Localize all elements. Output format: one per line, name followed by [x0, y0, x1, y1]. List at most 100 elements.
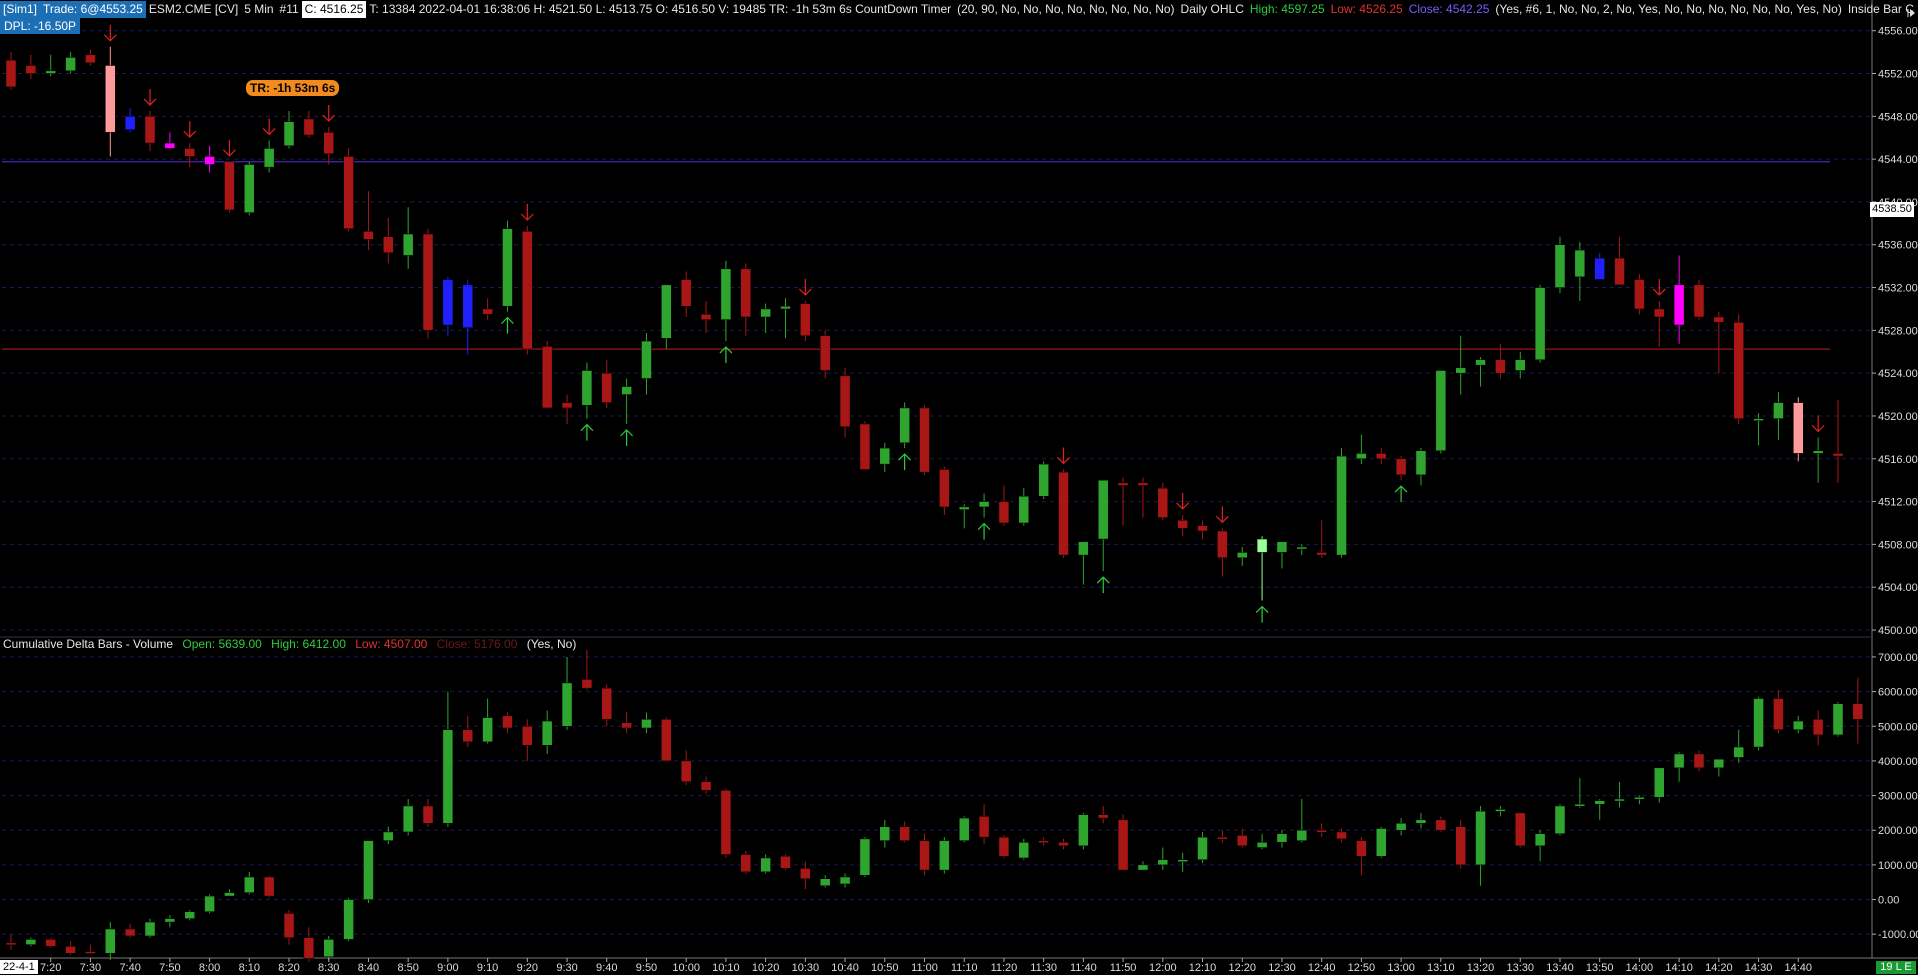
price-candle: [700, 314, 712, 320]
price-candle: [1554, 244, 1566, 288]
time-axis-label: 11:50: [1110, 962, 1137, 974]
price-candle: [641, 340, 652, 379]
delta-candle: [1117, 819, 1129, 871]
delta-candle: [283, 913, 295, 938]
price-candle: [224, 161, 235, 211]
buy-signal-arrow: [898, 453, 912, 471]
delta-candle: [1316, 829, 1327, 833]
close-tag: C: 4516.25: [301, 1, 367, 18]
delta-candle: [1594, 800, 1605, 805]
price-candle: [1276, 541, 1288, 553]
account-tag[interactable]: [Sim1]: [0, 1, 41, 18]
delta-candle: [919, 840, 930, 871]
price-candle: [1475, 359, 1486, 366]
delta-candle: [740, 854, 752, 873]
delta-candle: [1018, 842, 1030, 859]
delta-candle: [839, 876, 851, 885]
price-candle: [65, 57, 76, 72]
delta-candle: [85, 951, 96, 954]
delta-candle: [680, 760, 692, 782]
price-candle: [303, 118, 315, 136]
subgraph-header: Cumulative Delta Bars - Volume Open: 563…: [3, 636, 582, 652]
sell-signal-arrow: [1811, 415, 1825, 433]
price-candle: [1574, 249, 1586, 278]
time-axis-label: 10:40: [831, 962, 859, 974]
delta-candle: [958, 817, 970, 841]
delta-axis-label: 5000.00: [1878, 721, 1918, 733]
price-candle: [879, 447, 891, 465]
price-axis-label: 4548.00: [1878, 111, 1918, 123]
price-axis-label: 4552.00: [1878, 69, 1918, 81]
time-axis-label: 9:50: [636, 962, 657, 974]
time-axis-label: 10:00: [672, 962, 700, 974]
buy-signal-arrow: [620, 429, 634, 446]
price-axis-label: 4500.00: [1878, 625, 1918, 637]
delta-candle: [661, 719, 672, 762]
date-label: 22-4-1: [0, 960, 38, 974]
delta-candle: [720, 790, 732, 855]
delta-candle: [700, 781, 712, 791]
price-candle: [522, 231, 533, 350]
price-candle: [1515, 359, 1526, 371]
time-axis-label: 11:40: [1070, 962, 1097, 974]
price-axis-label: 4516.00: [1878, 454, 1918, 466]
time-axis-label: 14:00: [1626, 962, 1654, 974]
delta-candle: [1236, 835, 1248, 847]
price-candle: [819, 335, 831, 371]
price-candle: [1316, 552, 1327, 556]
time-axis-label: 10:20: [752, 962, 780, 974]
scroll-to-end-icon[interactable]: [1906, 8, 1916, 18]
price-candle: [1117, 482, 1129, 486]
subgraph-low: Low: 4507.00: [355, 637, 428, 651]
ohlc-close: Close: 4542.25: [1408, 2, 1490, 16]
delta-candle: [1038, 840, 1049, 843]
price-candle: [998, 501, 1010, 524]
price-candle: [383, 236, 394, 254]
price-candle: [45, 70, 56, 74]
delta-candle: [1177, 859, 1188, 862]
price-candle: [1495, 359, 1506, 374]
delta-candle: [1256, 842, 1268, 848]
delta-candle: [263, 876, 275, 897]
bar-stats: T: 13384 2022-04-01 16:38:06 H: 4521.50 …: [369, 2, 952, 16]
delta-candle: [1415, 819, 1427, 824]
delta-candle: [442, 729, 454, 824]
price-candle: [740, 268, 752, 318]
delta-candle: [621, 722, 632, 729]
delta-candle: [1713, 758, 1725, 769]
time-axis-label: 10:30: [792, 962, 820, 974]
buy-signal-arrow: [1255, 605, 1269, 623]
price-candle: [899, 407, 910, 443]
time-axis-label: 7:20: [40, 962, 61, 974]
subgraph-title: Cumulative Delta Bars - Volume: [3, 637, 174, 651]
buy-signal-arrow: [501, 316, 514, 334]
price-axis-label: 4532.00: [1878, 283, 1918, 295]
delta-axis-label: 2000.00: [1878, 825, 1918, 837]
price-candle: [323, 132, 334, 155]
price-candle: [541, 346, 553, 409]
delta-axis-label: 4000.00: [1878, 756, 1918, 768]
delta-candle: [1832, 703, 1844, 736]
chart-canvas[interactable]: 4556.004552.004548.004544.004540.004536.…: [0, 0, 1918, 975]
trade-tag[interactable]: Trade: 6@4553.25: [40, 1, 146, 18]
time-axis-label: 9:30: [556, 962, 577, 974]
price-candle: [1356, 453, 1367, 460]
price-candle: [1594, 257, 1605, 280]
time-axis-label: 12:30: [1268, 962, 1296, 974]
subgraph-close: Close: 5176.00: [436, 637, 518, 651]
delta-candle: [1217, 836, 1228, 840]
price-candle: [164, 142, 176, 149]
price-candle: [720, 268, 732, 320]
time-axis-label: 9:10: [477, 962, 498, 974]
delta-candle: [879, 826, 891, 841]
delta-candle: [1515, 812, 1526, 847]
price-candle: [1673, 284, 1685, 326]
timer-params: (20, 90, No, No, No, No, No, No, No, No): [957, 2, 1175, 16]
delta-candle: [1475, 810, 1486, 866]
price-candle: [1713, 316, 1725, 323]
delta-candle: [1693, 753, 1705, 769]
price-candle: [402, 233, 414, 256]
price-axis-label: 4544.00: [1878, 154, 1918, 166]
delta-candle: [561, 682, 573, 727]
time-axis-label: 13:30: [1506, 962, 1534, 974]
